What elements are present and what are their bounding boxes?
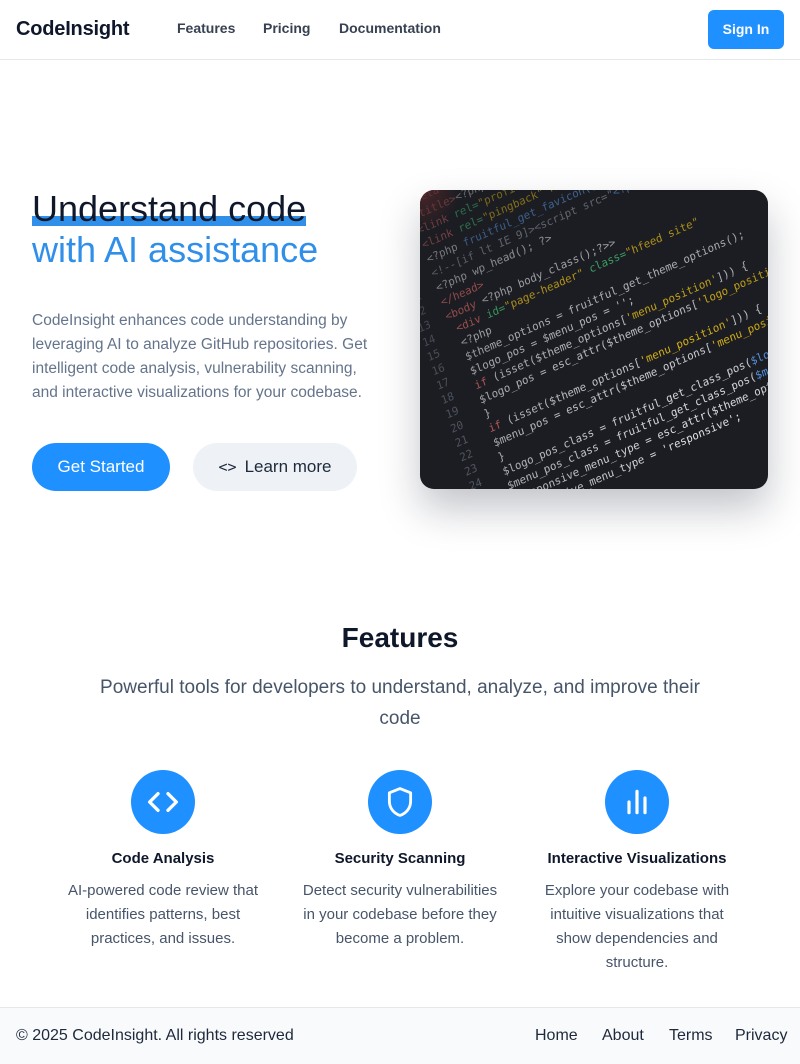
nav-link-documentation[interactable]: Documentation [339,20,441,36]
feature-description: Explore your codebase with intuitive vis… [544,882,730,971]
footer-link-terms[interactable]: Terms [669,1027,713,1045]
brand-logo[interactable]: CodeInsight [16,18,130,41]
bar-chart-icon [605,770,669,834]
footer: © 2025 CodeInsight. All rights reserved … [0,1007,800,1064]
feature-name: Interactive Visualizations [547,850,727,867]
feature-name: Security Scanning [334,850,466,867]
feature-description: AI-powered code review that identifies p… [67,882,259,947]
shield-icon [368,770,432,834]
footer-link-about[interactable]: About [602,1027,644,1045]
get-started-button[interactable]: Get Started [32,443,170,491]
code-icon [131,770,195,834]
learn-more-button[interactable]: <> Learn more [193,443,357,491]
hero-title-line1: Understand code [32,188,307,229]
feature-name: Code Analysis [111,850,215,867]
hero-title-line2: with AI assistance [32,229,319,270]
code-image-content: 1<!DOCTYPE html> 2<html <?php language_a… [420,190,768,489]
feature-card-interactive-visualizations: Interactive Visualizations Explore your … [532,770,742,975]
features-title: Features [341,622,459,653]
top-navbar: CodeInsight Features Pricing Documentati… [0,0,800,60]
features-subtitle: Powerful tools for developers to underst… [100,677,700,729]
nav-link-pricing[interactable]: Pricing [263,20,310,36]
footer-link-home[interactable]: Home [535,1027,578,1045]
hero-description: CodeInsight enhances code understanding … [32,312,368,401]
copyright-text: © 2025 CodeInsight. All rights reserved [16,1027,294,1044]
code-icon: <> [218,458,237,476]
nav-link-features[interactable]: Features [177,20,235,36]
feature-description: Detect security vulnerabilities in your … [302,882,498,947]
feature-card-code-analysis: Code Analysis AI-powered code review tha… [58,770,268,951]
footer-link-privacy[interactable]: Privacy [735,1027,787,1045]
feature-card-security-scanning: Security Scanning Detect security vulner… [295,770,505,951]
hero-title: Understand code with AI assistance [32,188,392,270]
learn-more-label: Learn more [244,457,332,476]
sign-in-button[interactable]: Sign In [708,10,784,49]
hero-code-image: 1<!DOCTYPE html> 2<html <?php language_a… [420,190,768,489]
